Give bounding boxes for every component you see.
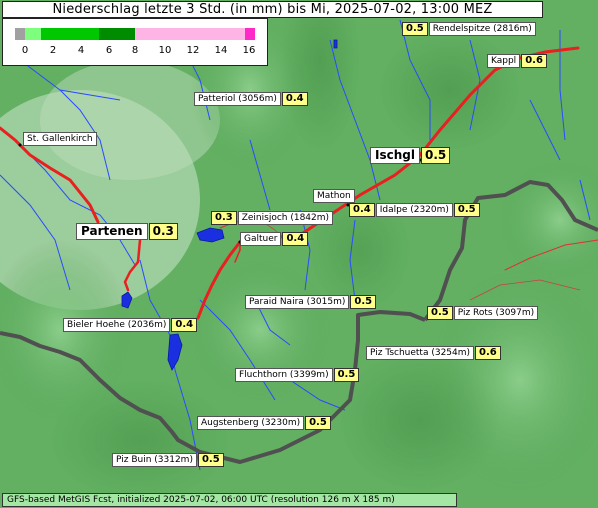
place-label-bieler-hoehe: Bieler Hoehe (2036m) 0.4 xyxy=(63,318,198,332)
legend-swatch-low xyxy=(25,28,41,40)
place-name: Kappl xyxy=(487,54,521,68)
place-label-mathon: Mathon xyxy=(313,189,355,203)
place-name: Bieler Hoehe (2036m) xyxy=(63,318,171,332)
place-label-augstenberg: Augstenberg (3230m) 0.5 xyxy=(197,416,331,430)
precip-value: 0.6 xyxy=(521,54,547,68)
legend-swatch-zero xyxy=(15,28,25,40)
precipitation-legend: 0 2 4 6 8 10 12 14 16 xyxy=(2,18,268,66)
place-label-zeinisjoch: 0.3 Zeinisjoch (1842m) xyxy=(211,211,334,225)
legend-swatch-mid xyxy=(41,28,99,40)
legend-tick: 2 xyxy=(49,45,57,56)
place-name: Ischgl xyxy=(370,147,420,164)
precip-value: 0.5 xyxy=(402,22,428,36)
place-label-patteriol: Patteriol (3056m) 0.4 xyxy=(194,92,308,106)
place-name: Piz Tschuetta (3254m) xyxy=(366,346,475,360)
terrain-map xyxy=(0,0,598,508)
precip-value: 0.3 xyxy=(211,211,237,225)
precip-value: 0.4 xyxy=(281,92,308,106)
legend-tick: 10 xyxy=(158,45,172,56)
place-label-st-gallenkirch: St. Gallenkirch xyxy=(23,132,97,146)
precip-value: 0.5 xyxy=(427,306,453,320)
precip-value: 0.5 xyxy=(453,203,480,217)
place-name: Rendelspitze (2816m) xyxy=(428,22,536,36)
place-label-piz-tschuetta: Piz Tschuetta (3254m) 0.6 xyxy=(366,346,501,360)
place-name: Augstenberg (3230m) xyxy=(197,416,305,430)
precip-value: 0.5 xyxy=(197,453,224,467)
place-name: Patteriol (3056m) xyxy=(194,92,281,106)
place-name: Partenen xyxy=(76,223,148,240)
place-name: Idalpe (2320m) xyxy=(375,203,453,217)
legend-tick: 12 xyxy=(186,45,200,56)
place-label-fluchthorn: Fluchthorn (3399m) 0.5 xyxy=(235,368,360,382)
precip-value: 0.3 xyxy=(148,223,178,240)
forecast-source-footer: GFS-based MetGIS Fcst, initialized 2025-… xyxy=(2,493,457,507)
place-label-partenen: Partenen 0.3 xyxy=(76,223,178,240)
place-name: Fluchthorn (3399m) xyxy=(235,368,333,382)
legend-swatch-extreme xyxy=(245,28,255,40)
place-name: Paraid Naira (3015m) xyxy=(245,295,350,309)
precip-value: 0.6 xyxy=(475,346,501,360)
place-name: Galtuer xyxy=(240,232,282,246)
precip-value: 0.4 xyxy=(171,318,198,332)
precip-value: 0.5 xyxy=(333,368,360,382)
place-label-paraid-naira: Paraid Naira (3015m) 0.5 xyxy=(245,295,377,309)
place-name: Piz Rots (3097m) xyxy=(453,306,539,320)
place-label-piz-rots: 0.5 Piz Rots (3097m) xyxy=(427,306,539,320)
place-label-rendelspitze: 0.5 Rendelspitze (2816m) xyxy=(402,22,536,36)
legend-tick: 16 xyxy=(242,45,256,56)
place-label-galtuer: Galtuer 0.4 xyxy=(240,232,309,246)
legend-tick: 6 xyxy=(105,45,113,56)
precip-value: 0.4 xyxy=(349,203,375,217)
place-label-idalpe: 0.4 Idalpe (2320m) 0.5 xyxy=(349,203,480,217)
legend-tick: 0 xyxy=(21,45,29,56)
precip-value: 0.4 xyxy=(282,232,309,246)
place-label-ischgl: Ischgl 0.5 xyxy=(370,147,451,164)
legend-swatch-high xyxy=(99,28,135,40)
precip-value: 0.5 xyxy=(305,416,331,430)
legend-tick: 4 xyxy=(77,45,85,56)
place-name: Piz Buin (3312m) xyxy=(112,453,197,467)
title-bar: Niederschlag letzte 3 Std. (in mm) bis M… xyxy=(2,1,543,18)
legend-tick: 14 xyxy=(214,45,228,56)
precip-value: 0.5 xyxy=(420,147,451,164)
legend-tick: 8 xyxy=(131,45,139,56)
map-title: Niederschlag letzte 3 Std. (in mm) bis M… xyxy=(52,2,493,17)
place-label-kappl: Kappl 0.6 xyxy=(487,54,547,68)
precip-value: 0.5 xyxy=(350,295,377,309)
place-name: Zeinisjoch (1842m) xyxy=(237,211,334,225)
place-label-piz-buin: Piz Buin (3312m) 0.5 xyxy=(112,453,224,467)
legend-swatch-heavy xyxy=(135,28,245,40)
place-name: Mathon xyxy=(313,189,355,203)
place-name: St. Gallenkirch xyxy=(23,132,97,146)
